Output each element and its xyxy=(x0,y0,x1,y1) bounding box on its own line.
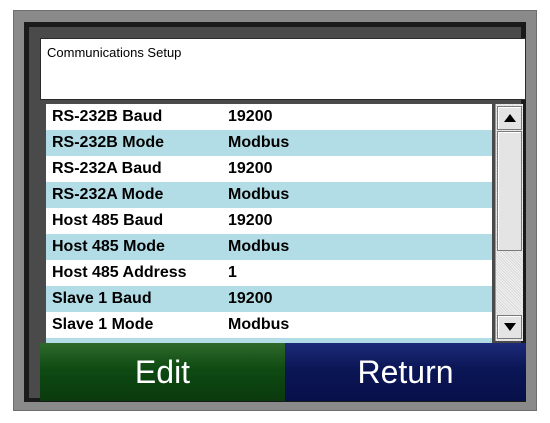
setting-value: Modbus xyxy=(228,316,290,333)
setting-name: RS-232B Mode xyxy=(52,134,165,151)
list-item[interactable]: RS-232B Mode Modbus xyxy=(46,130,492,156)
setting-value: Modbus xyxy=(228,186,290,203)
triangle-down-icon xyxy=(504,323,516,331)
scroll-thumb[interactable] xyxy=(497,131,522,251)
setting-value: 19200 xyxy=(228,108,273,125)
setting-value: Modbus xyxy=(228,238,290,255)
list-item[interactable]: Host 485 Baud 19200 xyxy=(46,208,492,234)
list-item[interactable]: RS-232A Baud 19200 xyxy=(46,156,492,182)
return-button[interactable]: Return xyxy=(285,343,526,401)
scroll-down-button[interactable] xyxy=(497,315,522,339)
settings-list: RS-232B Baud 19200 RS-232B Mode Modbus R… xyxy=(46,104,492,344)
scroll-up-button[interactable] xyxy=(497,106,522,130)
setting-value: Modbus xyxy=(228,134,290,151)
setting-value: 19200 xyxy=(228,160,273,177)
setting-name: Slave 1 Baud xyxy=(52,290,152,307)
setting-value: 19200 xyxy=(228,212,273,229)
triangle-up-icon xyxy=(504,114,516,122)
list-item[interactable]: RS-232A Mode Modbus xyxy=(46,182,492,208)
list-item[interactable]: Host 485 Mode Modbus xyxy=(46,234,492,260)
list-item[interactable]: Slave 1 Mode Modbus xyxy=(46,312,492,338)
setting-name: Host 485 Address xyxy=(52,264,187,281)
setting-name: Slave 1 Mode xyxy=(52,316,154,333)
setting-name: RS-232A Mode xyxy=(52,186,164,203)
setting-name: Host 485 Mode xyxy=(52,238,165,255)
edit-button[interactable]: Edit xyxy=(40,343,285,401)
setting-name: Host 485 Baud xyxy=(52,212,164,229)
setting-value: 1 xyxy=(228,264,237,281)
setting-value: 19200 xyxy=(228,290,273,307)
title-panel: Communications Setup xyxy=(40,38,526,100)
page-title: Communications Setup xyxy=(47,45,182,60)
list-item[interactable]: RS-232B Baud 19200 xyxy=(46,104,492,130)
list-scrollbar[interactable] xyxy=(495,104,523,341)
setting-name: RS-232A Baud xyxy=(52,160,162,177)
list-item[interactable]: Slave 1 Baud 19200 xyxy=(46,286,492,312)
setting-name: RS-232B Baud xyxy=(52,108,163,125)
list-item[interactable]: Host 485 Address 1 xyxy=(46,260,492,286)
